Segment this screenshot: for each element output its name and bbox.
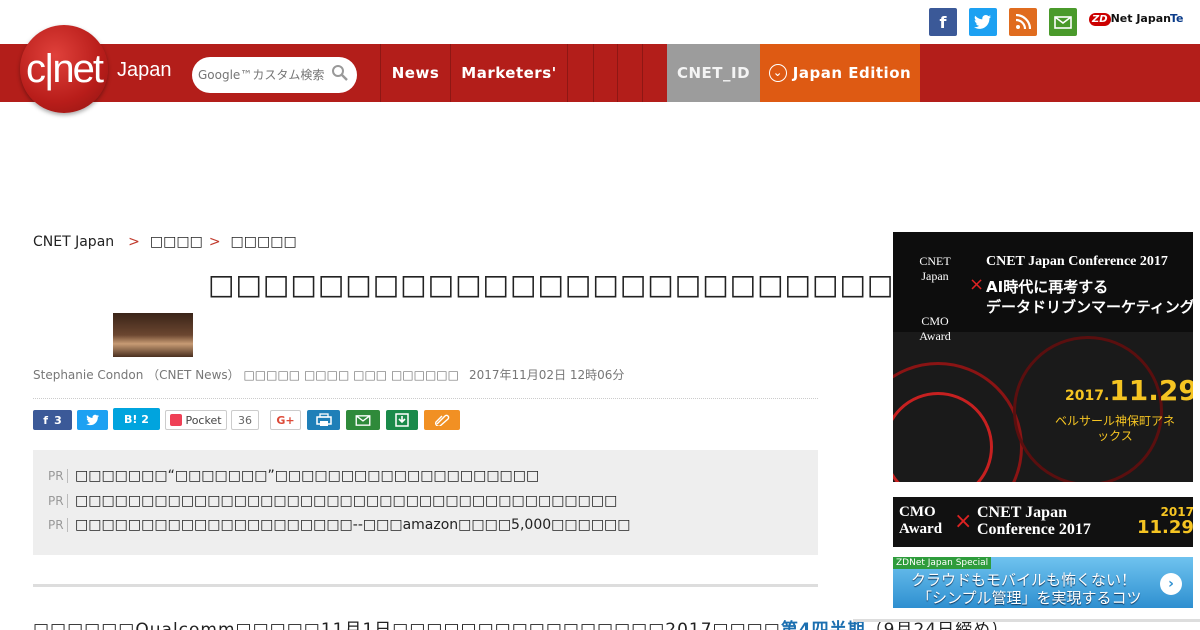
search-box[interactable] bbox=[192, 57, 357, 93]
zdnet-japan-link[interactable]: ZD Net Japan bbox=[1089, 12, 1171, 26]
zdnet-logo-mark: ZD bbox=[1089, 13, 1111, 26]
pr-link[interactable]: PR □□□□□□□□□□□□□□□□□□□□□□□□□□□□□□□□□□□□□□… bbox=[48, 493, 617, 509]
decorative-ring bbox=[1013, 336, 1163, 482]
banner-title: CNET Japan Conference 2017 bbox=[986, 254, 1168, 269]
ad-date: 2017 11.29 bbox=[1137, 504, 1193, 537]
download-icon bbox=[395, 413, 409, 427]
pr-links-box: PR □□□□□□□“□□□□□□□”□□□□□□□□□□□□□□□□□□□□ P… bbox=[33, 450, 818, 555]
emblem-award: CMO Award bbox=[919, 314, 951, 343]
cmo-award-emblem: CNET Japan CMO Award bbox=[905, 254, 965, 344]
edition-label: Japan Edition bbox=[792, 64, 912, 82]
chevron-right-icon: › bbox=[1160, 573, 1182, 595]
banner-line: AI時代に再考する bbox=[986, 278, 1109, 296]
ad-left-text: CMO Award bbox=[899, 504, 943, 537]
event-venue: ベルサール神保町アネックス bbox=[1055, 414, 1176, 443]
search-input[interactable] bbox=[198, 65, 328, 85]
save-button[interactable] bbox=[386, 410, 418, 430]
pocket-button[interactable]: Pocket bbox=[165, 410, 227, 430]
breadcrumb-home[interactable]: CNET Japan bbox=[33, 234, 114, 250]
nav-item-empty[interactable] bbox=[617, 44, 642, 102]
mail-share-button[interactable] bbox=[346, 410, 380, 430]
breadcrumb-separator: > bbox=[128, 234, 140, 250]
logo-region-label: Japan bbox=[117, 59, 172, 81]
nav-item-marketers[interactable]: Marketers' bbox=[450, 44, 567, 102]
rss-icon[interactable] bbox=[1009, 8, 1037, 36]
techrepublic-text: Te bbox=[1170, 12, 1184, 25]
hatena-bookmark-count: B! 2 bbox=[124, 412, 149, 426]
byline-author: Stephanie Condon （CNET News） □□□□□ □□□□ … bbox=[33, 368, 459, 382]
ad-line: 「シンプル管理」を実現するコツ bbox=[917, 589, 1142, 607]
pocket-icon bbox=[170, 414, 183, 426]
ad-tag: ZDNet Japan Special bbox=[893, 557, 992, 569]
chevron-down-icon: ⌄ bbox=[768, 64, 787, 82]
emblem-line: CNET bbox=[919, 254, 951, 268]
event-year: 2017. bbox=[1065, 388, 1110, 404]
cnet-logo[interactable]: c|net bbox=[20, 25, 108, 113]
divider bbox=[33, 398, 818, 399]
pocket-label: Pocket bbox=[185, 413, 222, 427]
divider bbox=[33, 584, 818, 587]
divider bbox=[853, 619, 1200, 622]
clip-button[interactable] bbox=[424, 410, 460, 430]
mail-icon[interactable] bbox=[1049, 8, 1077, 36]
nav-item-empty[interactable] bbox=[593, 44, 617, 102]
pr-link[interactable]: PR □□□□□□□□□□□□□□□□□□□□□--□□□amazon□□□□5,… bbox=[48, 517, 631, 533]
cross-mark: × bbox=[969, 274, 985, 295]
breadcrumb: CNET Japan > □□□□ > □□□□□ bbox=[33, 234, 297, 250]
pr-link-text: □□□□□□□“□□□□□□□”□□□□□□□□□□□□□□□□□□□□ bbox=[75, 468, 540, 484]
twitter-icon bbox=[85, 414, 99, 426]
banner-line: データドリブンマーケティング bbox=[986, 298, 1193, 316]
emblem-line: Japan bbox=[921, 269, 949, 283]
print-button[interactable] bbox=[307, 410, 340, 430]
article-byline: Stephanie Condon （CNET News） □□□□□ □□□□ … bbox=[33, 366, 624, 383]
conference-banner-ad[interactable]: CNET Japan CMO Award × CNET Japan Confer… bbox=[893, 232, 1193, 482]
facebook-icon: f bbox=[43, 413, 49, 427]
print-icon bbox=[315, 413, 332, 426]
event-date: 2017.11.29 bbox=[1065, 374, 1193, 407]
byline-date: 2017年11月02日 12時06分 bbox=[468, 368, 625, 382]
cross-mark: × bbox=[954, 509, 973, 534]
pr-link[interactable]: PR □□□□□□□“□□□□□□□”□□□□□□□□□□□□□□□□□□□□ bbox=[48, 468, 539, 484]
article-body-first-line: □□□□□□Qualcomm□□□□□11月1日□□□□□□□□□□□□□□□□… bbox=[33, 615, 1009, 630]
mail-icon bbox=[355, 414, 371, 426]
cnet-logo-text: c|net bbox=[26, 46, 104, 91]
search-icon[interactable] bbox=[331, 64, 349, 82]
ad-right-text: CNET Japan Conference 2017 bbox=[977, 504, 1091, 538]
pr-tag: PR bbox=[48, 518, 68, 532]
zdnet-special-ad[interactable]: ZDNet Japan Special クラウドもモバイルも怖くない！ 「シンプ… bbox=[893, 557, 1193, 608]
nav-item-cnet-id[interactable]: CNET_ID bbox=[667, 44, 760, 102]
pr-link-text: □□□□□□□□□□□□□□□□□□□□□□□□□□□□□□□□□□□□□□□□… bbox=[75, 493, 618, 509]
event-day: 11.29 bbox=[1109, 374, 1193, 407]
article-thumbnail bbox=[113, 313, 193, 357]
nav-item-news[interactable]: News bbox=[380, 44, 450, 102]
twitter-icon[interactable] bbox=[969, 8, 997, 36]
google-plus-button[interactable]: G+ bbox=[270, 410, 301, 430]
hatena-bookmark-button[interactable]: B! 2 bbox=[113, 408, 160, 430]
zdnet-logo-text: Net Japan bbox=[1110, 12, 1171, 25]
facebook-icon[interactable]: f bbox=[929, 8, 957, 36]
twitter-share-button[interactable] bbox=[77, 410, 108, 430]
pr-link-text: □□□□□□□□□□□□□□□□□□□□□--□□□amazon□□□□5,00… bbox=[75, 517, 631, 533]
pocket-count: 36 bbox=[231, 410, 259, 430]
pr-tag: PR bbox=[48, 494, 68, 508]
nav-item-empty[interactable] bbox=[642, 44, 667, 102]
page: f ZDNet Japan Te c|net Japan News Market… bbox=[0, 0, 1200, 630]
breadcrumb-separator: > bbox=[208, 234, 221, 250]
facebook-share-count: 3 bbox=[54, 413, 62, 427]
conference-strip-ad[interactable]: CMO Award × CNET Japan Conference 2017 2… bbox=[893, 497, 1193, 547]
techrepublic-link[interactable]: Te bbox=[1170, 12, 1184, 25]
pr-tag: PR bbox=[48, 469, 68, 483]
facebook-share-button[interactable]: f3 bbox=[33, 410, 72, 430]
body-text: □□□□□□Qualcomm□□□□□11月1日□□□□□□□□□□□□□□□□… bbox=[33, 620, 781, 630]
nav-item-edition[interactable]: ⌄ Japan Edition bbox=[760, 44, 920, 102]
top-social-bar: f ZD Net Japan Te bbox=[0, 0, 1200, 44]
nav-item-empty[interactable] bbox=[567, 44, 593, 102]
paperclip-icon bbox=[435, 414, 450, 426]
breadcrumb-level1[interactable]: □□□□ bbox=[150, 234, 203, 250]
breadcrumb-level2[interactable]: □□□□□ bbox=[231, 234, 297, 250]
ad-day: 11.29 bbox=[1137, 517, 1193, 538]
